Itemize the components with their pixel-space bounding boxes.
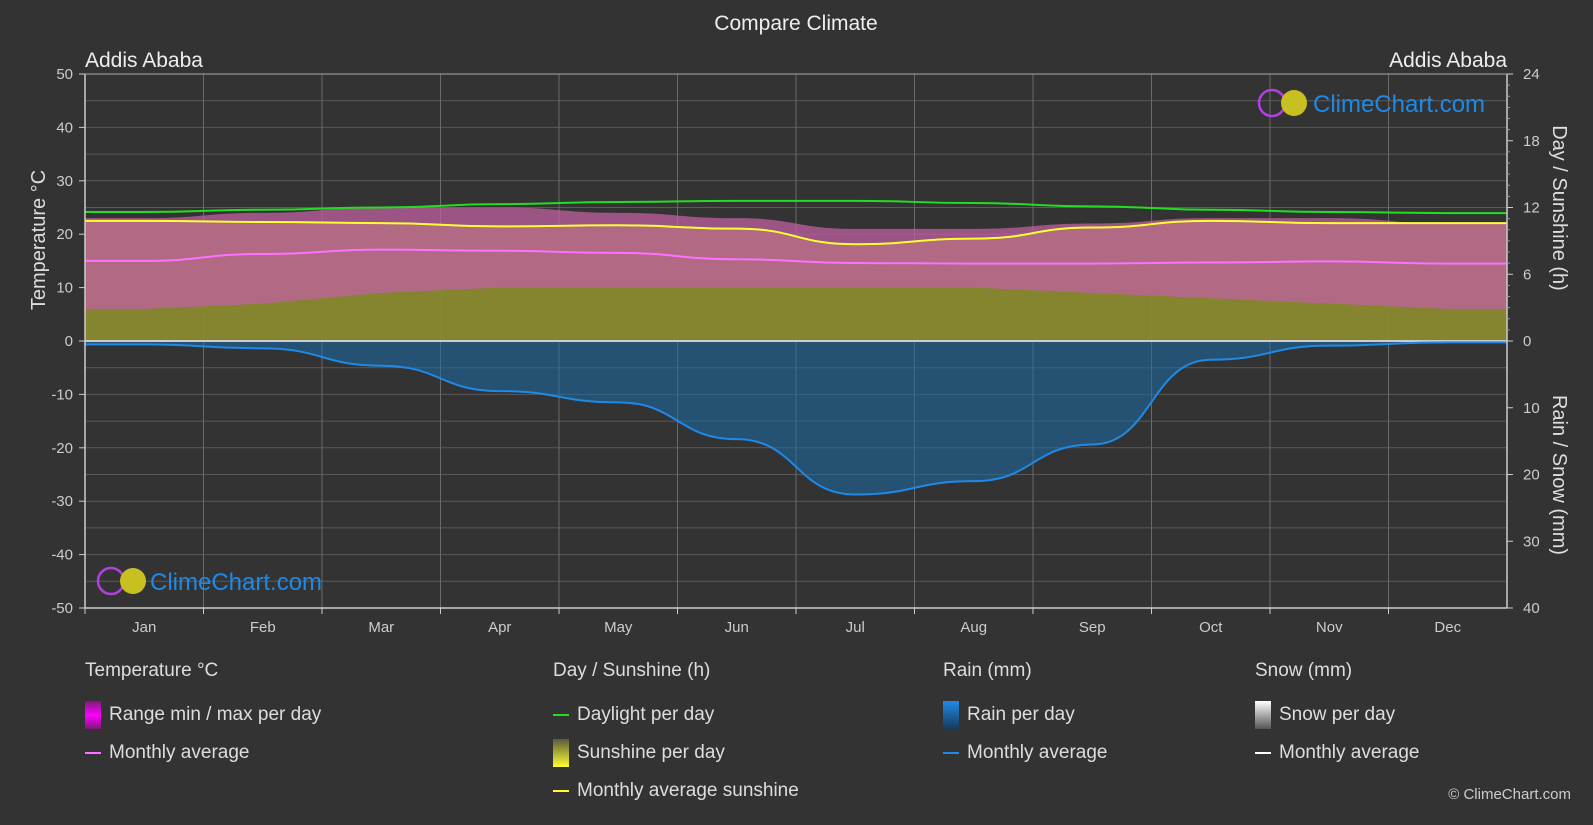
legend-item: Monthly average [943, 734, 1107, 772]
legend-header: Rain (mm) [943, 660, 1032, 681]
legend-rain: Rain (mm) Rain per day Monthly average [943, 660, 1107, 772]
range-swatch-icon [85, 701, 101, 729]
sunshine-swatch-icon [553, 739, 569, 767]
line-swatch-icon [85, 752, 101, 754]
left-tick-label: -20 [51, 440, 73, 457]
left-tick-label: 20 [56, 226, 73, 243]
right-top-tick-label: 0 [1523, 333, 1531, 350]
left-tick-label: 50 [56, 66, 73, 83]
legend-item: Monthly average sunshine [553, 772, 799, 810]
left-tick-label: 40 [56, 119, 73, 136]
legend-item: Monthly average [85, 734, 321, 772]
chart-title: Compare Climate [714, 12, 877, 35]
right-top-tick-label: 24 [1523, 66, 1540, 83]
month-label: Sep [1079, 619, 1106, 636]
snow-swatch-icon [1255, 701, 1271, 729]
month-label: Jun [725, 619, 749, 636]
rain-swatch-icon [943, 701, 959, 729]
line-swatch-icon [553, 714, 569, 716]
legend-item: Monthly average [1255, 734, 1419, 772]
watermark-text: ClimeChart.com [1313, 91, 1485, 118]
month-label: Feb [250, 619, 276, 636]
location-right: Addis Ababa [1389, 49, 1507, 72]
copyright: © ClimeChart.com [1448, 786, 1571, 803]
line-swatch-icon [1255, 752, 1271, 754]
line-swatch-icon [553, 790, 569, 792]
month-label: Nov [1316, 619, 1343, 636]
watermark-top: ClimeChart.com [1257, 88, 1485, 118]
month-label: Aug [960, 619, 987, 636]
legend-header: Temperature °C [85, 660, 219, 681]
legend-temperature: Temperature °C Range min / max per day M… [85, 660, 321, 772]
right-bottom-tick-label: 30 [1523, 533, 1540, 550]
month-label: Jan [132, 619, 156, 636]
month-label: Apr [488, 619, 511, 636]
left-tick-label: -40 [51, 547, 73, 564]
right-top-tick-label: 18 [1523, 133, 1540, 150]
legend-header: Day / Sunshine (h) [553, 660, 711, 681]
left-tick-label: 10 [56, 280, 73, 297]
legend-item: Daylight per day [553, 696, 799, 734]
legend-item: Snow per day [1255, 696, 1419, 734]
legend-sunshine: Day / Sunshine (h) Daylight per day Suns… [553, 660, 799, 810]
legend-header: Snow (mm) [1255, 660, 1353, 681]
left-axis-label: Temperature °C [28, 170, 50, 310]
logo-sun-icon [1281, 90, 1307, 116]
month-label: May [604, 619, 633, 636]
right-bottom-tick-label: 40 [1523, 600, 1540, 617]
left-tick-label: 0 [65, 333, 73, 350]
right-top-tick-label: 12 [1523, 200, 1540, 217]
right-bottom-tick-label: 10 [1523, 400, 1540, 417]
watermark-text: ClimeChart.com [150, 569, 322, 596]
right-top-tick-label: 6 [1523, 266, 1531, 283]
right-bottom-tick-label: 20 [1523, 467, 1540, 484]
legend-snow: Snow (mm) Snow per day Monthly average [1255, 660, 1419, 772]
legend-item: Sunshine per day [553, 734, 799, 772]
right-axis-label-bottom: Rain / Snow (mm) [1548, 395, 1570, 555]
month-label: Mar [368, 619, 394, 636]
legend-item: Rain per day [943, 696, 1107, 734]
left-tick-label: -50 [51, 600, 73, 617]
left-tick-label: -10 [51, 386, 73, 403]
month-label: Jul [846, 619, 865, 636]
month-label: Dec [1434, 619, 1461, 636]
logo-sun-icon [120, 568, 146, 594]
left-tick-label: 30 [56, 173, 73, 190]
location-left: Addis Ababa [85, 49, 203, 72]
left-tick-label: -30 [51, 493, 73, 510]
line-swatch-icon [943, 752, 959, 754]
right-axis-label-top: Day / Sunshine (h) [1548, 125, 1570, 291]
watermark-bottom: ClimeChart.com [96, 566, 322, 596]
legend-item: Range min / max per day [85, 696, 321, 734]
month-label: Oct [1199, 619, 1223, 636]
